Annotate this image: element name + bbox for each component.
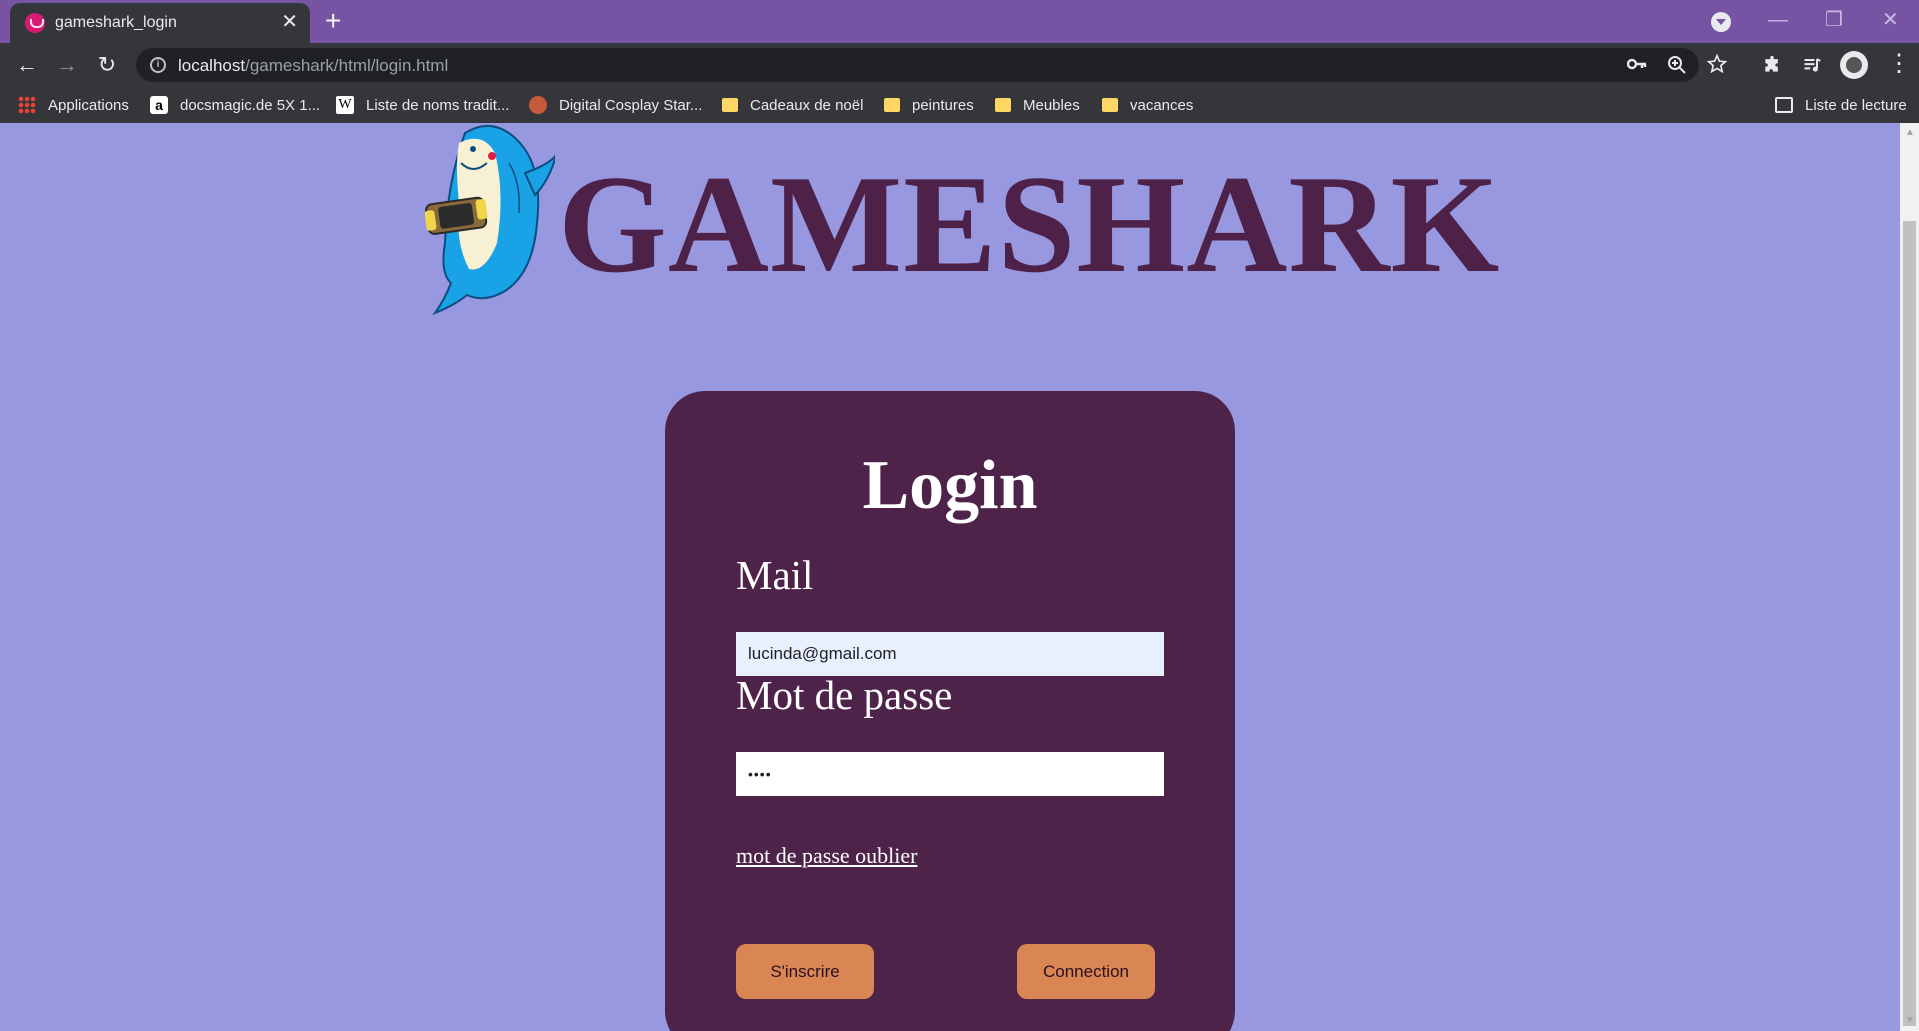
- forward-icon[interactable]: →: [53, 51, 81, 79]
- reload-icon[interactable]: ↻: [93, 51, 121, 79]
- bookmark-cosplay[interactable]: Digital Cosplay Star...: [529, 94, 702, 116]
- folder-icon: [1102, 98, 1118, 112]
- new-tab-button[interactable]: +: [325, 6, 341, 36]
- forgot-password-link[interactable]: mot de passe oublier: [736, 843, 917, 869]
- mail-label: Mail: [736, 552, 814, 598]
- bookmark-label: Cadeaux de noël: [750, 96, 864, 114]
- folder-icon: [995, 98, 1011, 112]
- page-viewport: GAMESHARK Login Mail Mot de passe mot de…: [0, 123, 1900, 1031]
- address-bar[interactable]: i localhost/gameshark/html/login.html: [136, 48, 1727, 82]
- reading-list-button[interactable]: Liste de lecture: [1775, 94, 1907, 116]
- mail-input[interactable]: [736, 632, 1164, 676]
- zoom-icon[interactable]: [1667, 55, 1687, 75]
- reading-list-icon: [1775, 97, 1793, 113]
- bookmark-docsmagic[interactable]: a docsmagic.de 5X 1...: [150, 94, 320, 116]
- key-icon[interactable]: [1627, 57, 1647, 71]
- menu-icon[interactable]: ⋮: [1887, 49, 1911, 78]
- shark-with-console-icon: [425, 125, 555, 315]
- login-title: Login: [862, 447, 1038, 524]
- close-window-button[interactable]: ✕: [1882, 6, 1899, 34]
- back-icon[interactable]: ←: [13, 51, 41, 79]
- active-tab[interactable]: gameshark_login ✕: [10, 3, 310, 43]
- bookmark-label: vacances: [1130, 96, 1194, 114]
- login-card: Login Mail Mot de passe mot de passe oub…: [665, 391, 1235, 1031]
- folder-icon: [722, 98, 738, 112]
- bookmark-label: Applications: [48, 96, 129, 114]
- restore-button[interactable]: ❐: [1825, 6, 1843, 34]
- media-control-icon[interactable]: [1802, 55, 1822, 75]
- amazon-icon: a: [150, 96, 168, 114]
- bookmarks-bar: Applications a docsmagic.de 5X 1... W Li…: [0, 87, 1919, 123]
- bookmark-label: peintures: [912, 96, 974, 114]
- bookmark-label: docsmagic.de 5X 1...: [180, 96, 321, 114]
- bookmark-applications[interactable]: Applications: [18, 94, 129, 116]
- avatar-icon: [529, 96, 547, 114]
- scroll-up-icon[interactable]: ▲: [1905, 127, 1915, 138]
- signup-button[interactable]: S'inscrire: [736, 944, 874, 999]
- tab-close-icon[interactable]: ✕: [281, 11, 298, 33]
- gameshark-favicon-icon: [25, 13, 45, 33]
- minimize-button[interactable]: —: [1768, 6, 1788, 34]
- bookmark-label: Digital Cosplay Star...: [559, 96, 703, 114]
- url-text[interactable]: localhost/gameshark/html/login.html: [178, 56, 448, 76]
- bookmark-label: Meubles: [1023, 96, 1080, 114]
- profile-icon[interactable]: [1840, 51, 1868, 79]
- scroll-down-icon[interactable]: ▼: [1905, 1015, 1915, 1026]
- bookmark-meubles[interactable]: Meubles: [995, 94, 1080, 116]
- bookmark-vacances[interactable]: vacances: [1102, 94, 1193, 116]
- password-label: Mot de passe: [736, 672, 953, 718]
- brand-title: GAMESHARK: [558, 147, 1501, 302]
- site-info-icon[interactable]: i: [150, 57, 166, 73]
- url-host: localhost: [178, 56, 246, 75]
- url-path: /gameshark/html/login.html: [245, 56, 449, 75]
- extensions-icon[interactable]: [1762, 55, 1782, 75]
- scrollbar-thumb[interactable]: [1903, 221, 1916, 1026]
- bookmark-cadeaux[interactable]: Cadeaux de noël: [722, 94, 863, 116]
- bookmark-noms[interactable]: W Liste de noms tradit...: [336, 94, 509, 116]
- tab-title: gameshark_login: [55, 14, 177, 31]
- folder-icon: [884, 98, 900, 112]
- bookmark-peintures[interactable]: peintures: [884, 94, 974, 116]
- login-button[interactable]: Connection: [1017, 944, 1155, 999]
- star-icon[interactable]: [1707, 54, 1727, 74]
- bookmark-label: Liste de noms tradit...: [366, 96, 510, 114]
- password-input[interactable]: [736, 752, 1164, 796]
- tab-search-icon[interactable]: [1711, 12, 1731, 32]
- tab-strip: gameshark_login ✕ + — ❐ ✕: [0, 0, 1919, 43]
- apps-icon: [18, 96, 36, 114]
- wikipedia-icon: W: [336, 96, 354, 114]
- browser-toolbar: ← → ↻ i localhost/gameshark/html/login.h…: [0, 43, 1919, 87]
- page-scrollbar[interactable]: ▲ ▼: [1900, 123, 1919, 1031]
- reading-list-label: Liste de lecture: [1805, 96, 1907, 114]
